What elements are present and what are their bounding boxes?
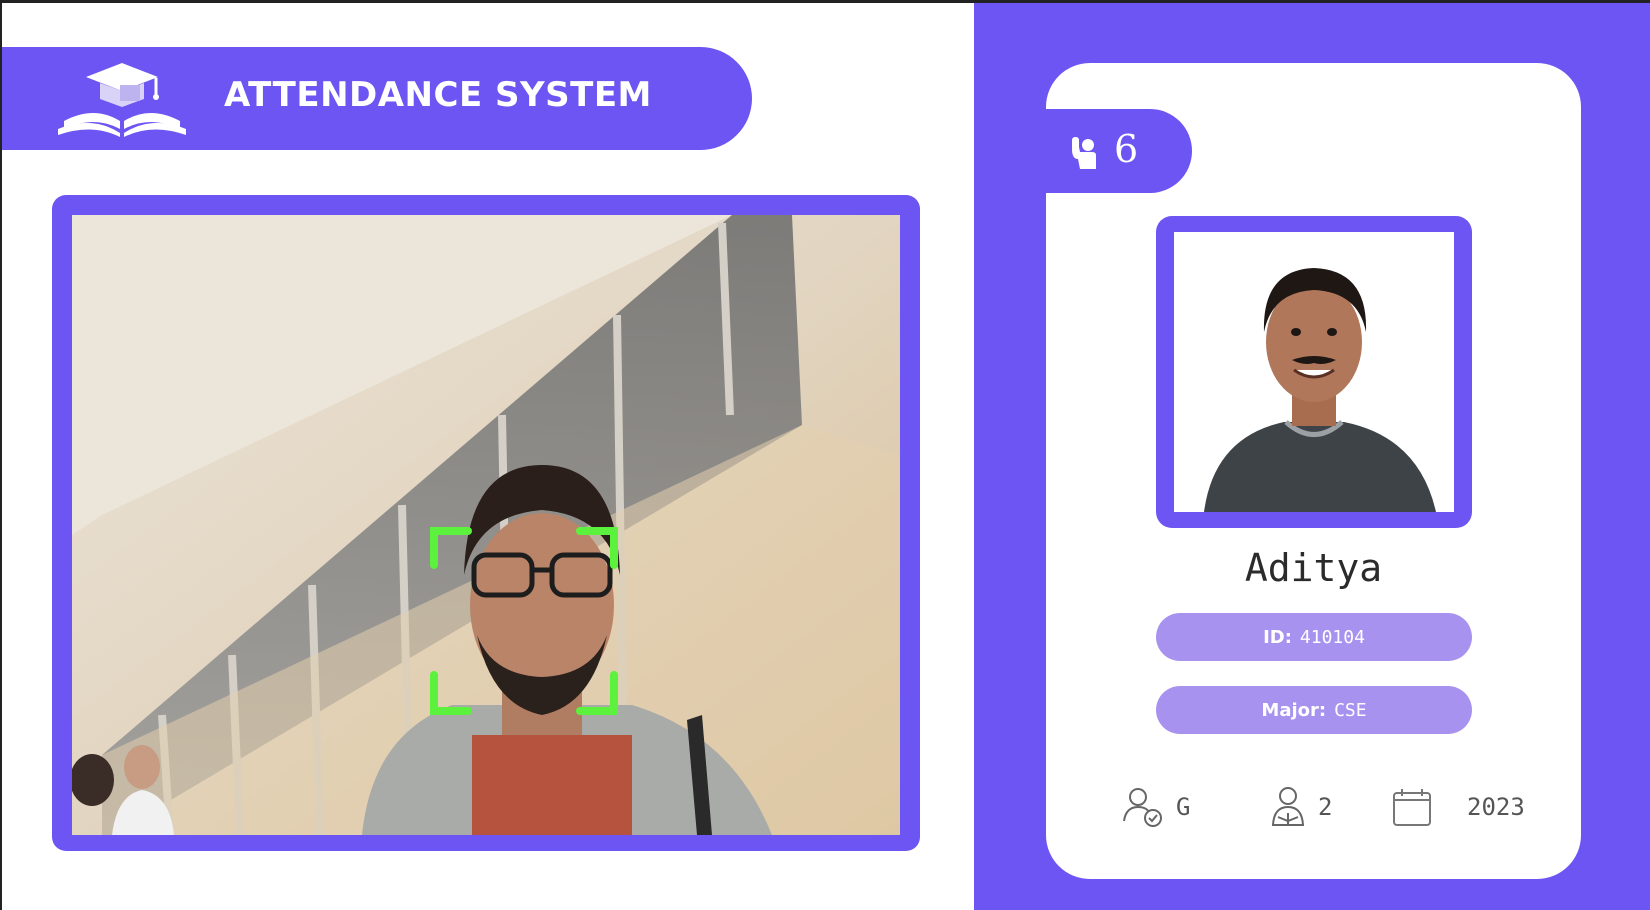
student-photo bbox=[1174, 232, 1454, 512]
standing-value: G bbox=[1176, 793, 1191, 821]
starting-year-stat: 2023 bbox=[1391, 785, 1525, 829]
student-id-value: 410104 bbox=[1299, 626, 1365, 648]
student-major-label: Major: bbox=[1261, 699, 1327, 721]
app-title: ATTENDANCE SYSTEM bbox=[224, 75, 652, 115]
student-major-badge: Major: CSE bbox=[1156, 686, 1472, 734]
standing-stat: G bbox=[1122, 785, 1190, 829]
total-attendance: 6 bbox=[1114, 127, 1139, 171]
student-panel: 6 Aditya ID: 410104 Major: CSE G 2 2023 bbox=[974, 3, 1650, 910]
header-banner: ATTENDANCE SYSTEM bbox=[2, 47, 752, 150]
student-icon bbox=[1271, 787, 1305, 826]
calendar-icon bbox=[1393, 789, 1431, 826]
student-card: 6 Aditya ID: 410104 Major: CSE G 2 2023 bbox=[1046, 63, 1581, 879]
user-check-icon bbox=[1123, 788, 1162, 827]
year-value: 2 bbox=[1318, 793, 1333, 821]
raised-hand-icon bbox=[1072, 137, 1096, 169]
student-photo-frame bbox=[1156, 216, 1472, 528]
student-id-label: ID: bbox=[1263, 626, 1292, 648]
year-stat: 2 bbox=[1268, 785, 1332, 829]
attendance-count-tab: 6 bbox=[1046, 109, 1192, 193]
camera-frame bbox=[52, 195, 920, 851]
camera-scene bbox=[72, 215, 900, 835]
student-name: Aditya bbox=[1244, 546, 1383, 590]
attendance-screen: ATTENDANCE SYSTEM 6 Aditya ID: 410104 Ma… bbox=[0, 0, 1650, 910]
student-id-badge: ID: 410104 bbox=[1156, 613, 1472, 661]
graduation-cap-book-icon bbox=[58, 63, 186, 137]
student-major-value: CSE bbox=[1334, 699, 1367, 721]
starting-year-value: 2023 bbox=[1467, 793, 1525, 821]
camera-feed bbox=[72, 215, 900, 835]
